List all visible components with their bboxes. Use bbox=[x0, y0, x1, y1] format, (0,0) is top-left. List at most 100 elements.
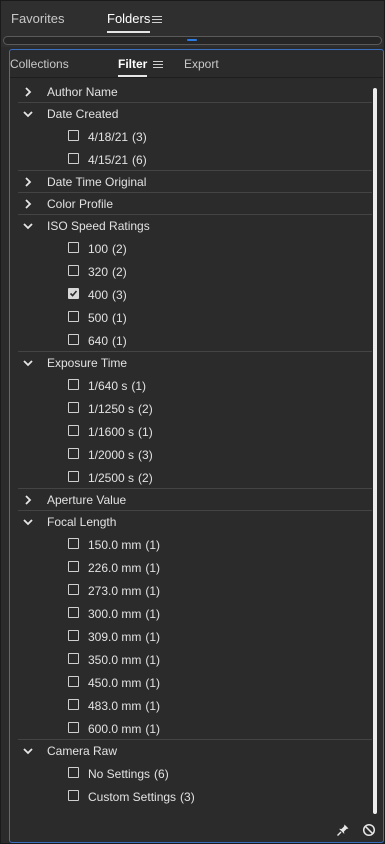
option-label: 1/2000 s bbox=[88, 448, 135, 462]
filter-option[interactable]: 309.0 mm (1) bbox=[18, 625, 372, 648]
checkbox[interactable] bbox=[68, 153, 79, 164]
checkbox[interactable] bbox=[68, 607, 79, 618]
tab-folders[interactable]: Folders bbox=[107, 11, 151, 33]
vertical-scrollbar[interactable] bbox=[373, 88, 377, 814]
filter-option[interactable]: No Settings (6) bbox=[18, 762, 372, 785]
option-count: (1) bbox=[145, 607, 161, 621]
filter-option[interactable]: 450.0 mm (1) bbox=[18, 671, 372, 694]
option-count: (3) bbox=[138, 448, 153, 462]
option-count: (1) bbox=[112, 311, 127, 325]
option-count: (1) bbox=[112, 334, 127, 348]
checkbox[interactable] bbox=[68, 561, 79, 572]
category-label: Camera Raw bbox=[47, 744, 118, 758]
panel-footer bbox=[10, 820, 383, 842]
checkbox[interactable] bbox=[68, 471, 79, 482]
filter-option[interactable]: 1/640 s (1) bbox=[18, 374, 372, 397]
chevron-down-icon bbox=[22, 745, 34, 757]
option-label: 483.0 mm bbox=[88, 699, 142, 713]
checkbox[interactable] bbox=[68, 130, 79, 141]
option-label: 320 bbox=[88, 265, 109, 279]
filter-panel: Collections Filter Export Author Name Da… bbox=[9, 49, 384, 843]
checkbox[interactable] bbox=[68, 699, 79, 710]
filter-menu-icon[interactable] bbox=[153, 61, 163, 69]
checkbox[interactable] bbox=[68, 242, 79, 253]
filter-option[interactable]: 483.0 mm (1) bbox=[18, 694, 372, 717]
filter-option[interactable]: 4/15/21 (6) bbox=[18, 148, 372, 171]
checkbox[interactable] bbox=[68, 334, 79, 345]
option-count: (1) bbox=[145, 630, 161, 644]
filter-option[interactable]: 500 (1) bbox=[18, 306, 372, 329]
category-label: Author Name bbox=[47, 85, 118, 99]
filter-option[interactable]: 320 (2) bbox=[18, 260, 372, 283]
option-label: 500 bbox=[88, 311, 109, 325]
option-count: (3) bbox=[132, 130, 147, 144]
filter-option[interactable]: 150.0 mm (1) bbox=[18, 533, 372, 556]
filter-category-color-profile[interactable]: Color Profile bbox=[18, 193, 372, 215]
filter-option[interactable]: 4/18/21 (3) bbox=[18, 125, 372, 148]
option-label: 4/15/21 bbox=[88, 153, 129, 167]
checkbox[interactable] bbox=[68, 311, 79, 322]
filter-option[interactable]: 1/1600 s (1) bbox=[18, 420, 372, 443]
filter-option[interactable]: 1/2500 s (2) bbox=[18, 466, 372, 489]
filter-option[interactable]: Custom Settings (3) bbox=[18, 785, 372, 808]
filter-category-exposure-time[interactable]: Exposure Time bbox=[18, 352, 372, 374]
checkbox[interactable] bbox=[68, 653, 79, 664]
filter-category-date-created[interactable]: Date Created bbox=[18, 103, 372, 125]
checkbox[interactable] bbox=[68, 425, 79, 436]
filter-option[interactable]: 300.0 mm (1) bbox=[18, 602, 372, 625]
checkbox[interactable] bbox=[68, 790, 79, 801]
filter-option[interactable]: 400 (3) bbox=[18, 283, 372, 306]
tab-collections[interactable]: Collections bbox=[10, 57, 69, 71]
filter-category-aperture-value[interactable]: Aperture Value bbox=[18, 489, 372, 511]
checkbox[interactable] bbox=[68, 630, 79, 641]
folders-menu-icon[interactable] bbox=[152, 16, 162, 24]
option-label: 150.0 mm bbox=[88, 538, 142, 552]
filter-option[interactable]: 226.0 mm (1) bbox=[18, 556, 372, 579]
category-label: Exposure Time bbox=[47, 356, 128, 370]
filter-category-iso-speed-ratings[interactable]: ISO Speed Ratings bbox=[18, 215, 372, 237]
checkbox[interactable] bbox=[68, 584, 79, 595]
no-entry-icon[interactable] bbox=[362, 823, 376, 837]
checkbox[interactable] bbox=[68, 676, 79, 687]
checkbox[interactable] bbox=[68, 722, 79, 733]
filter-category-camera-raw[interactable]: Camera Raw bbox=[18, 740, 372, 762]
tab-export[interactable]: Export bbox=[184, 57, 219, 71]
category-label: Date Time Original bbox=[47, 175, 147, 189]
checkbox[interactable] bbox=[68, 402, 79, 413]
tab-favorites[interactable]: Favorites bbox=[11, 11, 64, 26]
option-count: (6) bbox=[154, 767, 169, 781]
panel-divider-handle[interactable] bbox=[3, 36, 382, 45]
checkbox[interactable] bbox=[68, 265, 79, 276]
option-count: (1) bbox=[145, 699, 161, 713]
pin-icon[interactable] bbox=[336, 823, 350, 837]
checkbox[interactable] bbox=[68, 448, 79, 459]
option-label: 226.0 mm bbox=[88, 561, 142, 575]
filter-option[interactable]: 273.0 mm (1) bbox=[18, 579, 372, 602]
option-count: (1) bbox=[145, 538, 161, 552]
option-count: (3) bbox=[112, 288, 127, 302]
filter-option[interactable]: 640 (1) bbox=[18, 329, 372, 352]
checkbox[interactable] bbox=[68, 379, 79, 390]
filter-option[interactable]: 1/1250 s (2) bbox=[18, 397, 372, 420]
checkbox[interactable] bbox=[68, 767, 79, 778]
option-count: (3) bbox=[180, 790, 195, 804]
option-label: 1/1600 s bbox=[88, 425, 135, 439]
option-label: No Settings bbox=[88, 767, 151, 781]
filter-category-focal-length[interactable]: Focal Length bbox=[18, 511, 372, 533]
chevron-down-icon bbox=[22, 357, 34, 369]
filter-list: Author Name Date Created 4/18/21 (3) 4/15… bbox=[18, 81, 372, 808]
filter-option[interactable]: 100 (2) bbox=[18, 237, 372, 260]
option-label: Custom Settings bbox=[88, 790, 177, 804]
filter-option[interactable]: 1/2000 s (3) bbox=[18, 443, 372, 466]
active-tab-underline bbox=[107, 31, 151, 33]
filter-option[interactable]: 600.0 mm (1) bbox=[18, 717, 372, 740]
checkbox[interactable] bbox=[68, 538, 79, 549]
option-count: (2) bbox=[138, 471, 153, 485]
tab-filter[interactable]: Filter bbox=[118, 57, 148, 77]
filter-option[interactable]: 350.0 mm (1) bbox=[18, 648, 372, 671]
chevron-right-icon bbox=[22, 494, 34, 506]
checkbox-checked[interactable] bbox=[68, 288, 79, 299]
option-label: 309.0 mm bbox=[88, 630, 142, 644]
filter-category-author-name[interactable]: Author Name bbox=[18, 81, 372, 103]
filter-category-date-time-original[interactable]: Date Time Original bbox=[18, 171, 372, 193]
